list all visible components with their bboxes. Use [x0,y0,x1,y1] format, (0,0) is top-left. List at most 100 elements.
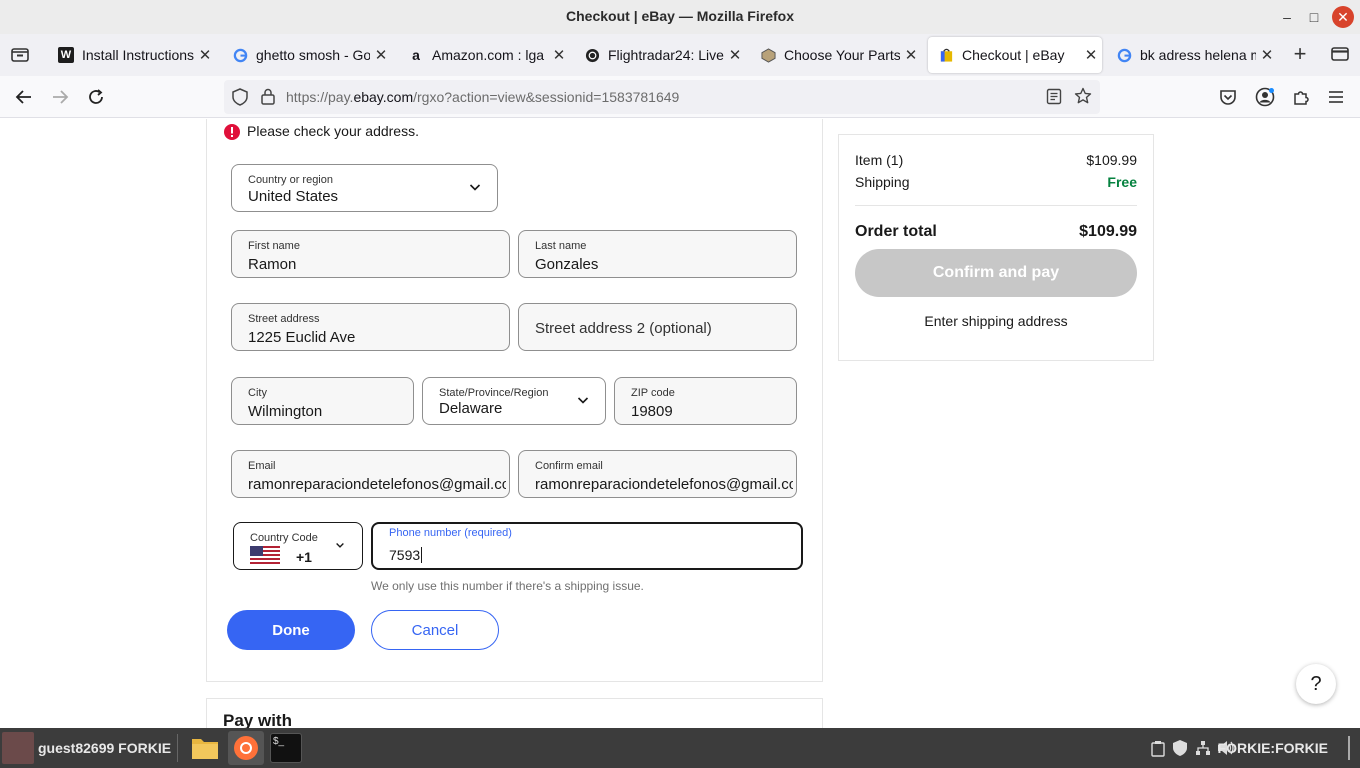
pocket-icon[interactable] [1216,85,1240,109]
chevron-down-icon [577,397,589,404]
navigation-bar: https://pay.ebay.com/rgxo?action=view&se… [0,76,1360,118]
email-label: Email [248,460,276,472]
us-flag-icon [250,546,280,569]
tab-overview-icon[interactable] [8,42,32,66]
order-summary-card: Item (1) $109.99 Shipping Free Order tot… [838,134,1154,361]
forward-arrow-icon[interactable] [48,85,72,109]
security-shield-icon[interactable] [1172,739,1188,762]
account-icon[interactable] [1253,85,1277,109]
firefox-taskbar-icon[interactable] [228,731,264,765]
error-icon [223,123,241,146]
street-address-value: 1225 Euclid Ave [248,329,356,346]
tab-checkout-ebay[interactable]: Checkout | eBay ✕ [928,37,1102,73]
street-address-2-placeholder: Street address 2 (optional) [535,320,712,337]
checkout-page: Please check your address. Country or re… [0,119,1360,728]
tab-close-icon[interactable]: ✕ [194,46,216,64]
pay-with-title: Pay with [223,711,292,728]
network-icon[interactable] [1195,740,1211,761]
item-price: $109.99 [1086,152,1137,168]
tab-label: Amazon.com : lga 2 [432,47,548,63]
terminal-icon[interactable]: $_ [270,733,302,763]
firefox-view-icon[interactable] [1328,42,1352,66]
tracking-shield-icon[interactable] [232,88,248,111]
state-select[interactable]: State/Province/Region Delaware [422,377,606,425]
confirm-and-pay-button[interactable]: Confirm and pay [855,249,1137,297]
country-code-select[interactable]: Country Code +1 [233,522,363,570]
tab-label: Choose Your Parts [784,47,900,63]
phone-number-label: Phone number (required) [389,527,512,539]
chevron-down-icon [336,543,344,548]
country-select[interactable]: Country or region United States [231,164,498,212]
taskbar-separator [177,734,178,762]
url-bar[interactable]: https://pay.ebay.com/rgxo?action=view&se… [224,80,1100,114]
maximize-icon[interactable]: □ [1303,6,1325,28]
state-label: State/Province/Region [439,387,549,399]
tab-close-icon[interactable]: ✕ [724,46,746,64]
window-titlebar: Checkout | eBay — Mozilla Firefox – □ ✕ [0,0,1360,34]
lock-icon[interactable] [261,88,275,110]
phone-number-field[interactable]: Phone number (required) 7593 [371,522,803,570]
done-button[interactable]: Done [227,610,355,650]
google-icon [232,47,248,63]
order-total-value: $109.99 [1079,223,1137,240]
first-name-value: Ramon [248,256,297,273]
zip-code-field[interactable]: ZIP code 19809 [614,377,797,425]
city-label: City [248,387,267,399]
taskbar-hostname: FORKIE:FORKIE [1217,740,1328,756]
flightradar-icon [584,47,600,63]
window-close-icon[interactable]: ✕ [1332,6,1354,28]
street-address-field[interactable]: Street address 1225 Euclid Ave [231,303,510,351]
pcpartpicker-icon [760,47,776,63]
url-domain: ebay.com [353,89,414,105]
shipping-label: Shipping [855,174,910,190]
tab-choose-parts[interactable]: Choose Your Parts ✕ [750,37,922,73]
country-label: Country or region [248,174,333,186]
enter-shipping-address-text: Enter shipping address [924,313,1068,329]
extensions-icon[interactable] [1289,85,1313,109]
first-name-field[interactable]: First name Ramon [231,230,510,278]
help-button[interactable]: ? [1296,664,1336,704]
last-name-field[interactable]: Last name Gonzales [518,230,797,278]
tab-label: ghetto smosh - Goo [256,47,370,63]
tab-bk-adress[interactable]: bk adress helena m ✕ [1106,37,1278,73]
tab-install-instructions[interactable]: W Install Instructions | ✕ [48,37,216,73]
phone-hint: We only use this number if there's a shi… [371,579,644,593]
show-desktop-button[interactable] [1348,736,1354,760]
cancel-button[interactable]: Cancel [371,610,499,650]
tab-amazon[interactable]: a Amazon.com : lga 2 ✕ [398,37,570,73]
confirm-email-field[interactable]: Confirm email ramonreparaciondetelefonos… [518,450,797,498]
tab-label: Checkout | eBay [962,47,1065,63]
url-scheme: https://pay. [286,89,354,105]
email-field[interactable]: Email ramonreparaciondetelefonos@gmail.c… [231,450,510,498]
file-manager-icon[interactable] [190,735,220,766]
phone-number-value: 7593 [389,547,423,563]
city-field[interactable]: City Wilmington [231,377,414,425]
street-address-2-field[interactable]: Street address 2 (optional) [518,303,797,351]
order-total-label: Order total [855,223,937,240]
tab-flightradar[interactable]: Flightradar24: Live ✕ [574,37,746,73]
street-address-label: Street address [248,313,320,325]
amazon-icon: a [412,47,420,63]
tab-close-icon[interactable]: ✕ [548,46,570,64]
url-text: https://pay.ebay.com/rgxo?action=view&se… [286,89,679,105]
bookmark-star-icon[interactable] [1074,87,1092,110]
country-value: United States [248,188,339,205]
tab-close-icon[interactable]: ✕ [1256,46,1278,64]
reload-icon[interactable] [84,85,108,109]
user-avatar[interactable] [2,732,34,764]
new-tab-icon[interactable]: + [1288,41,1312,66]
back-arrow-icon[interactable] [12,85,36,109]
url-path: /rgxo?action=view&sessionid=1583781649 [413,89,680,105]
window-title: Checkout | eBay — Mozilla Firefox [566,8,794,24]
clipboard-icon[interactable] [1150,740,1166,762]
tab-close-icon[interactable]: ✕ [1080,46,1102,64]
zip-code-value: 19809 [631,403,673,420]
minimize-icon[interactable]: – [1276,6,1298,28]
last-name-value: Gonzales [535,256,599,273]
reader-view-icon[interactable] [1046,88,1062,110]
wordpress-icon: W [58,47,74,63]
tab-google-search[interactable]: ghetto smosh - Goo ✕ [222,37,392,73]
tab-close-icon[interactable]: ✕ [900,46,922,64]
tab-close-icon[interactable]: ✕ [370,46,392,64]
menu-icon[interactable] [1324,85,1348,109]
